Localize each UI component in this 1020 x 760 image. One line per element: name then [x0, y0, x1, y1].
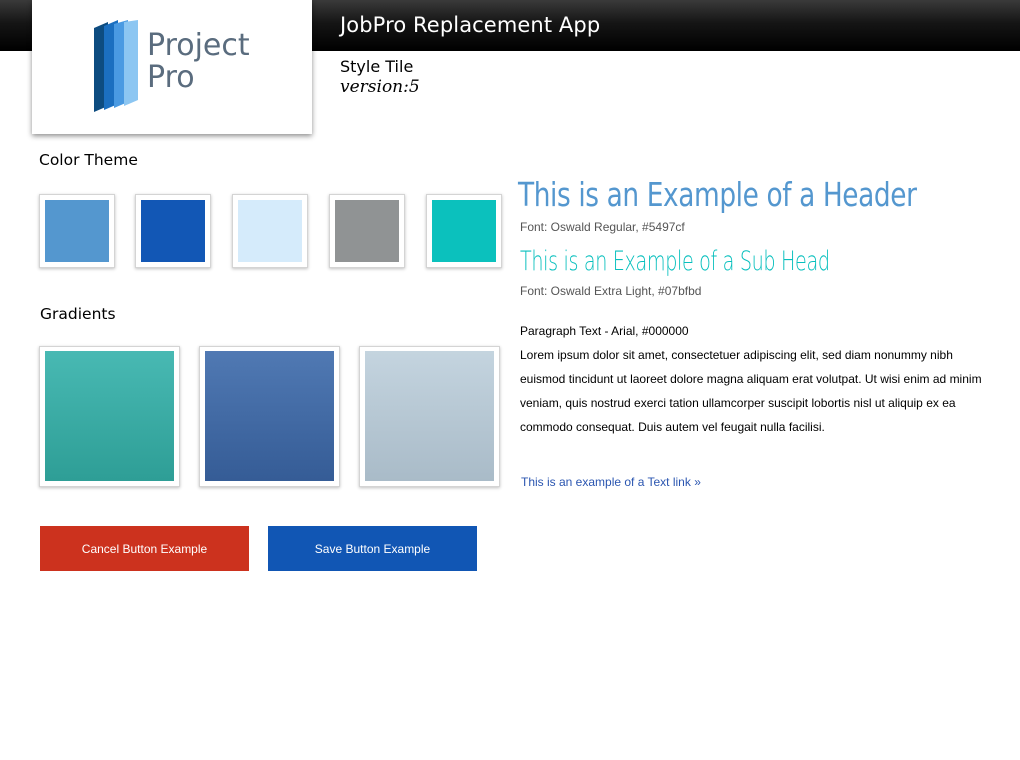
cancel-button[interactable]: Cancel Button Example [40, 526, 249, 571]
color-swatch-fill [141, 200, 205, 262]
color-swatch-fill [432, 200, 496, 262]
version-label: version:5 [340, 77, 420, 97]
gradient-tile [199, 346, 340, 487]
gradient-fill [205, 351, 334, 481]
logo-line-2: Pro [147, 60, 195, 95]
paragraph-text: Lorem ipsum dolor sit amet, consectetuer… [520, 348, 982, 434]
color-swatch-fill [45, 200, 109, 262]
logo-line-1: Project [147, 28, 250, 63]
color-swatch [232, 194, 308, 268]
logo-mark-icon [94, 20, 138, 112]
color-swatch [135, 194, 211, 268]
color-swatch [39, 194, 115, 268]
paragraph-label: Paragraph Text - Arial, #000000 [520, 324, 689, 338]
example-text-link[interactable]: This is an example of a Text link » [521, 475, 701, 489]
gradient-tile [39, 346, 180, 487]
app-title: JobPro Replacement App [340, 13, 601, 37]
logo-wordmark: Project Pro [147, 30, 250, 94]
style-tile-title: Style Tile [340, 57, 414, 76]
header-font-note: Font: Oswald Regular, #5497cf [520, 220, 685, 234]
save-button[interactable]: Save Button Example [268, 526, 477, 571]
gradients-heading: Gradients [40, 305, 116, 323]
logo-card: Project Pro [32, 0, 312, 134]
color-swatch-fill [238, 200, 302, 262]
color-swatch [426, 194, 502, 268]
gradient-fill [365, 351, 494, 481]
color-theme-heading: Color Theme [39, 151, 138, 169]
example-header: This is an Example of a Header [518, 175, 917, 214]
gradient-fill [45, 351, 174, 481]
color-swatch-fill [335, 200, 399, 262]
example-subhead: This is an Example of a Sub Head [520, 246, 830, 277]
color-swatch [329, 194, 405, 268]
subhead-font-note: Font: Oswald Extra Light, #07bfbd [520, 284, 702, 298]
gradient-tile [359, 346, 500, 487]
